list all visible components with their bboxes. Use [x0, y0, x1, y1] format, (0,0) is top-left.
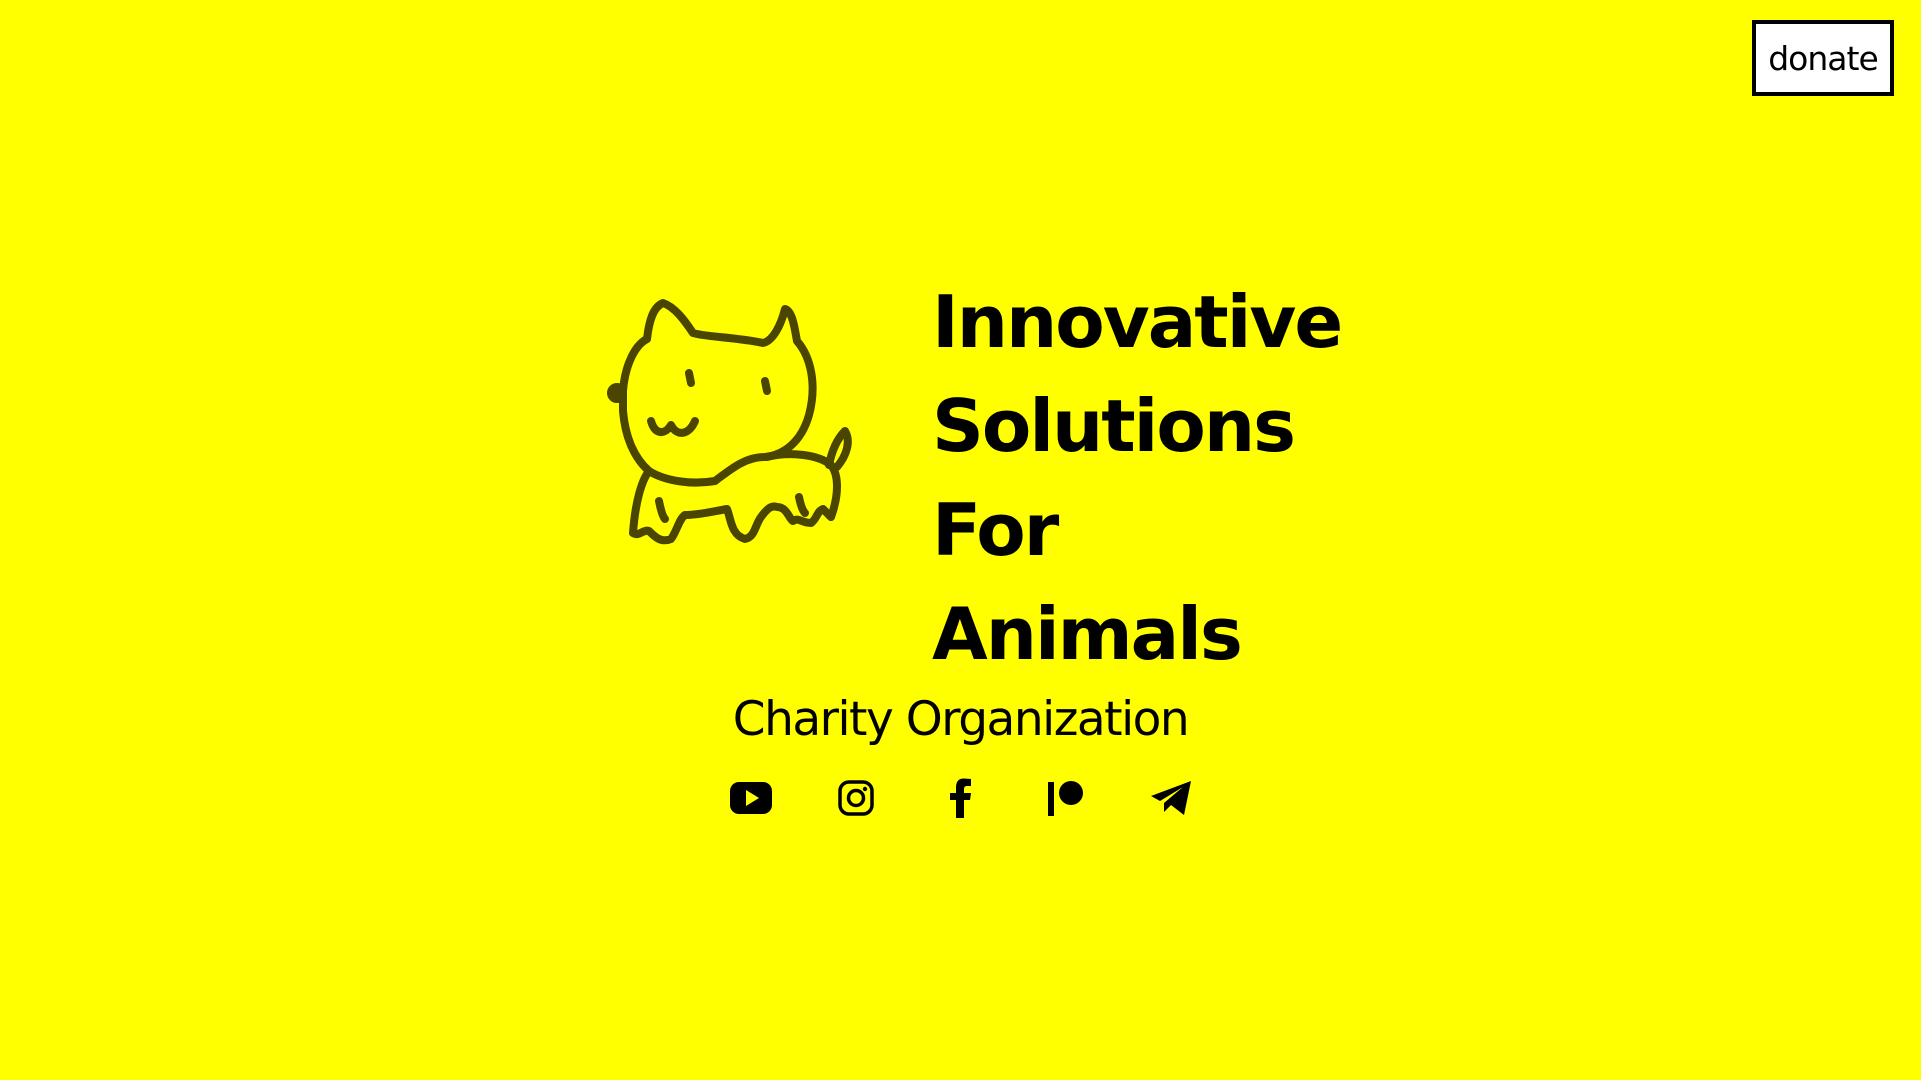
instagram-icon — [837, 780, 874, 816]
dog-logo — [607, 299, 852, 545]
patreon-icon — [1047, 781, 1083, 816]
patreon-link[interactable] — [1044, 776, 1088, 820]
headline-line: Solutions — [932, 384, 1296, 468]
headline-line: Animals — [932, 592, 1243, 676]
youtube-icon — [729, 782, 772, 814]
hero: Innovative Solutions For Animals — [605, 270, 1343, 676]
instagram-link[interactable] — [834, 776, 878, 820]
headline: Innovative Solutions For Animals — [932, 270, 1343, 686]
headline-line: Innovative — [932, 280, 1343, 364]
social-links — [0, 776, 1921, 826]
telegram-icon — [1150, 781, 1191, 815]
facebook-icon — [949, 778, 971, 818]
telegram-link[interactable] — [1149, 776, 1193, 820]
subtitle: Charity Organization — [732, 692, 1190, 747]
headline-line: For — [932, 488, 1059, 572]
donate-button[interactable]: donate — [1752, 20, 1894, 96]
facebook-link[interactable] — [939, 776, 983, 820]
youtube-link[interactable] — [729, 776, 773, 820]
